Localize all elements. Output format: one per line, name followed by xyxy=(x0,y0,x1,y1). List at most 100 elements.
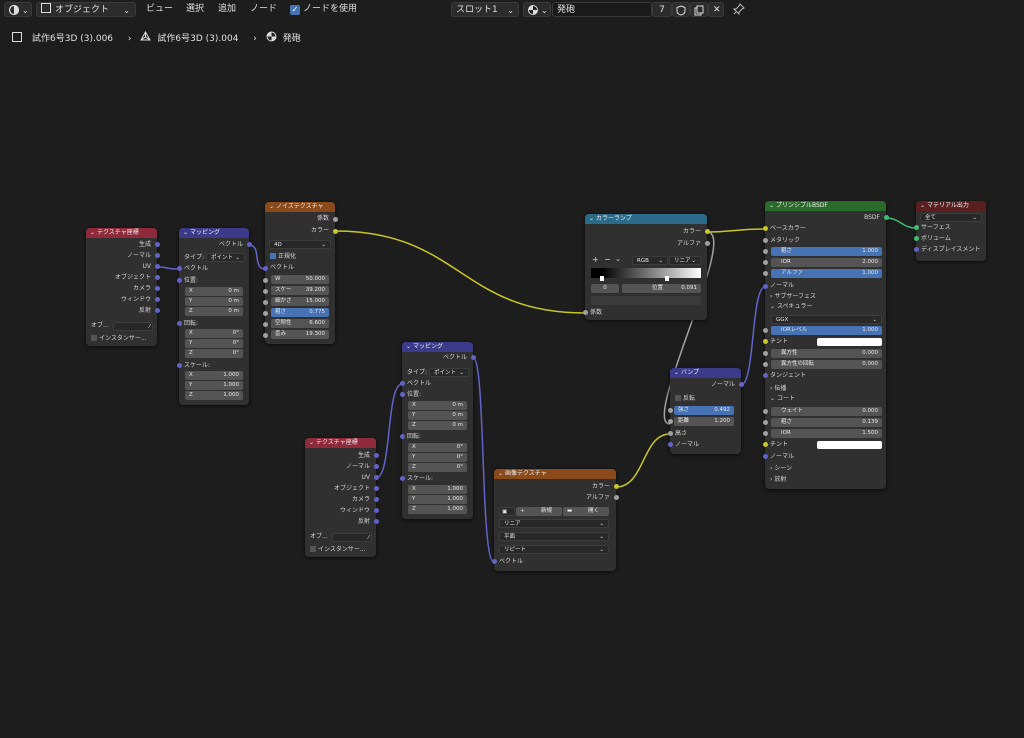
lacunarity-field[interactable]: 空隙性 6.600 xyxy=(271,319,329,328)
target-dropdown[interactable]: 全て ⌄ xyxy=(920,213,982,222)
socket-coat-normal-in[interactable] xyxy=(763,454,768,459)
socket-aniso-rotation-in[interactable] xyxy=(763,362,768,367)
specular-panel[interactable]: ⌄ スペキュラー xyxy=(765,302,886,312)
mapping-node-2[interactable]: ⌄ マッピング ベクトル タイプ: ポイント ⌄ ベクトル 位置: X0 m Y0… xyxy=(402,342,473,519)
tint-color-swatch[interactable] xyxy=(817,338,882,346)
socket-lacunarity-in[interactable] xyxy=(263,322,268,327)
node-header[interactable]: ⌄ カラーランプ xyxy=(585,214,707,224)
extension-dropdown[interactable]: リピート ⌄ xyxy=(499,545,609,554)
socket-object[interactable] xyxy=(374,486,379,491)
rotation-z[interactable]: Z 0° xyxy=(408,463,467,472)
coat-ior-field[interactable]: IOR 1.500 xyxy=(771,429,882,438)
socket-color-out[interactable] xyxy=(333,229,338,234)
scale-z[interactable]: Z 1.000 xyxy=(408,505,467,514)
socket-window[interactable] xyxy=(374,508,379,513)
rotation-x[interactable]: X 0° xyxy=(408,443,467,452)
w-field[interactable]: W 50.000 xyxy=(271,275,329,284)
color-mode-dropdown[interactable]: RGB ⌄ xyxy=(632,256,668,265)
socket-anisotropic-in[interactable] xyxy=(763,351,768,356)
transmission-panel[interactable]: › 伝播 xyxy=(765,384,886,394)
socket-vector-out[interactable] xyxy=(471,355,476,360)
object-field[interactable]: ⁄ xyxy=(332,533,372,542)
socket-reflection[interactable] xyxy=(155,308,160,313)
detail-field[interactable]: 細かさ 15.000 xyxy=(271,297,329,306)
socket-volume-in[interactable] xyxy=(914,236,919,241)
socket-coat-tint-in[interactable] xyxy=(763,442,768,447)
socket-roughness-in[interactable] xyxy=(763,249,768,254)
menu-button[interactable]: ⌄ xyxy=(615,255,621,263)
anisotropic-rotation-field[interactable]: 異方性の回転 0.000 xyxy=(771,360,882,369)
socket-scale-in[interactable] xyxy=(177,363,182,368)
rotation-z[interactable]: Z 0° xyxy=(185,349,243,358)
socket-base-color-in[interactable] xyxy=(763,226,768,231)
type-dropdown[interactable]: ポイント ⌄ xyxy=(206,253,245,262)
noise-texture-node[interactable]: ⌄ ノイズテクスチャ 係数 カラー 4D ⌄ 正規化 ベクトル W 50.000 ス… xyxy=(265,202,335,344)
scale-x[interactable]: X 1.000 xyxy=(408,485,467,494)
anisotropic-field[interactable]: 異方性 0.000 xyxy=(771,349,882,358)
socket-tangent-in[interactable] xyxy=(763,373,768,378)
coat-tint-color-swatch[interactable] xyxy=(817,441,882,449)
socket-window[interactable] xyxy=(155,297,160,302)
socket-scale-in[interactable] xyxy=(263,289,268,294)
socket-reflection[interactable] xyxy=(374,519,379,524)
socket-displacement-in[interactable] xyxy=(914,247,919,252)
texcoord-node-2[interactable]: ⌄ テクスチャ座標 生成 ノーマル UV オブジェクト カメラ ウィンドウ 反射… xyxy=(305,438,376,557)
socket-vector-in[interactable] xyxy=(263,266,268,271)
location-z[interactable]: Z0 m xyxy=(408,421,467,430)
socket-camera[interactable] xyxy=(374,497,379,502)
socket-rotation-in[interactable] xyxy=(400,434,405,439)
socket-fac-in[interactable] xyxy=(583,310,588,315)
coat-roughness-field[interactable]: 粗さ 0.139 xyxy=(771,418,882,427)
socket-vector-out[interactable] xyxy=(247,242,252,247)
texcoord-node-1[interactable]: ⌄ テクスチャ座標 生成 ノーマル UV オブジェクト カメラ ウィンドウ 反射… xyxy=(86,228,157,346)
scale-y[interactable]: Y 1.000 xyxy=(408,495,467,504)
node-header[interactable]: ⌄ マッピング xyxy=(402,342,473,352)
roughness-field[interactable]: 粗さ 1.000 xyxy=(771,247,882,256)
scale-y[interactable]: Y 1.000 xyxy=(185,381,243,390)
node-header[interactable]: ⌄ バンプ xyxy=(670,368,741,378)
socket-vector-in[interactable] xyxy=(492,559,497,564)
location-x[interactable]: X0 m xyxy=(408,401,467,410)
socket-coat-roughness-in[interactable] xyxy=(763,420,768,425)
socket-normal-out[interactable] xyxy=(739,382,744,387)
node-header[interactable]: ⌄ テクスチャ座標 xyxy=(86,228,157,238)
socket-surface-in[interactable] xyxy=(914,225,919,230)
rotation-y[interactable]: Y 0° xyxy=(185,339,243,348)
socket-bsdf-out[interactable] xyxy=(884,215,889,220)
open-image-button[interactable]: ▬ 開く xyxy=(563,507,609,516)
mapping-node-1[interactable]: ⌄ マッピング ベクトル タイプ: ポイント ⌄ ベクトル 位置: X0 m Y0… xyxy=(179,228,249,405)
projection-dropdown[interactable]: 平面 ⌄ xyxy=(499,532,609,541)
socket-roughness-in[interactable] xyxy=(263,311,268,316)
color-stop-handle-black[interactable] xyxy=(600,276,604,281)
stop-position-field[interactable]: 位置 0.091 xyxy=(622,284,701,293)
socket-location-in[interactable] xyxy=(177,278,182,283)
scale-field[interactable]: スケー 39.200 xyxy=(271,286,329,295)
socket-uv[interactable] xyxy=(374,475,379,480)
socket-distance-in[interactable] xyxy=(668,419,673,424)
rotation-y[interactable]: Y 0° xyxy=(408,453,467,462)
instancer-toggle[interactable]: インスタンサー... xyxy=(305,545,376,555)
socket-generated[interactable] xyxy=(374,453,379,458)
bump-node[interactable]: ⌄ バンプ ノーマル 反転 強さ 0.492 距離 1.200 高さ ノーマル xyxy=(670,368,741,454)
location-y[interactable]: Y0 m xyxy=(185,297,243,306)
socket-alpha-out[interactable] xyxy=(705,241,710,246)
scale-x[interactable]: X 1.000 xyxy=(185,371,243,380)
socket-detail-in[interactable] xyxy=(263,300,268,305)
color-ramp-gradient[interactable] xyxy=(591,268,701,278)
principled-bsdf-node[interactable]: ⌄ プリンシプルBSDF BSDF ベースカラー メタリック 粗さ 1.000 I… xyxy=(765,201,886,489)
stop-color-swatch[interactable] xyxy=(591,296,701,305)
interpolation-dropdown[interactable]: リニア ⌄ xyxy=(499,519,609,528)
socket-fac-out[interactable] xyxy=(333,217,338,222)
location-z[interactable]: Z0 m xyxy=(185,307,243,316)
node-header[interactable]: ⌄ マッピング xyxy=(179,228,249,238)
socket-tint-in[interactable] xyxy=(763,339,768,344)
node-header[interactable]: ⌄ ノイズテクスチャ xyxy=(265,202,335,212)
new-image-button[interactable]: + 新規 xyxy=(516,507,562,516)
socket-color-out[interactable] xyxy=(705,229,710,234)
node-header[interactable]: ⌄ テクスチャ座標 xyxy=(305,438,376,448)
socket-coat-weight-in[interactable] xyxy=(763,409,768,414)
location-y[interactable]: Y0 m xyxy=(408,411,467,420)
active-stop-index[interactable]: 0 xyxy=(591,284,619,293)
node-header[interactable]: ⌄ マテリアル出力 xyxy=(916,201,986,211)
instancer-toggle[interactable]: インスタンサー... xyxy=(86,334,157,344)
